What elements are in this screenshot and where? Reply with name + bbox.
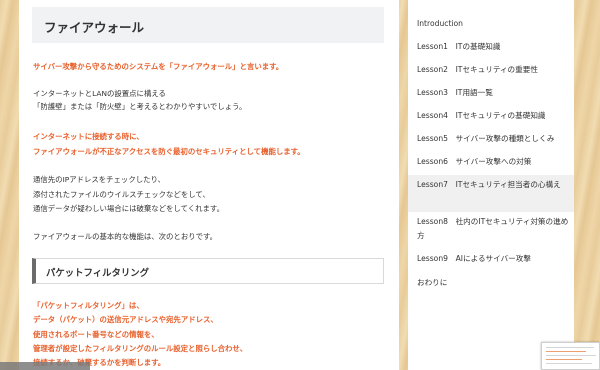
emphasis-line: 使用されるポート番号などの情報を、 <box>33 330 159 339</box>
status-strip <box>0 362 90 370</box>
sidebar-item-lesson8[interactable]: Lesson8 社内のITセキュリティ対策の進め方 <box>408 215 574 243</box>
sidebar-item-lesson2[interactable]: Lesson2 ITセキュリティの重要性 <box>408 63 574 77</box>
sidebar-item-lesson4[interactable]: Lesson4 ITセキュリティの基礎知識 <box>408 109 574 123</box>
sidebar-item-closing[interactable]: おわりに <box>408 276 574 290</box>
thumbnail-line <box>546 359 582 360</box>
article-title: ファイアウォール <box>32 7 384 43</box>
paragraph-line: 「防護壁」または「防火壁」と考えるとわかりやすいでしょう。 <box>33 102 247 111</box>
emphasis-line: ファイアウォールが不正なアクセスを防ぐ最初のセキュリティとして機能します。 <box>33 147 305 156</box>
thumbnail-line <box>546 351 586 352</box>
emphasis-line: 管理者が設定したフィルタリングのルール設定と照らし合わせ、 <box>33 344 248 353</box>
emphasis-line: 「パケットフィルタリング」は、 <box>33 301 144 310</box>
thumbnail-line <box>546 347 594 348</box>
thumbnail-line <box>546 355 596 356</box>
article-content: ファイアウォール サイバー攻撃から守るためのシステムを「ファイアウォール」と言い… <box>19 0 399 370</box>
page-preview-thumbnail[interactable] <box>541 342 600 370</box>
sidebar-item-lesson9[interactable]: Lesson9 AIによるサイバー攻撃 <box>408 252 574 266</box>
emphasis-line: インターネットに接続する時に、 <box>33 132 144 141</box>
sidebar-item-lesson7[interactable]: Lesson7 ITセキュリティ担当者の心構え <box>408 175 574 212</box>
emphasis-line: データ（パケット）の送信元アドレスや宛先アドレス、 <box>33 315 218 324</box>
sidebar-item-lesson6[interactable]: Lesson6 サイバー攻撃への対策 <box>408 155 574 169</box>
sidebar-item-introduction[interactable]: Introduction <box>408 17 574 31</box>
paragraph-line: ファイアウォールの基本的な機能は、次のとおりです。 <box>33 232 218 241</box>
sidebar-item-lesson1[interactable]: Lesson1 ITの基礎知識 <box>408 40 574 54</box>
paragraph-line: インターネットとLANの設置点に構える <box>33 89 166 98</box>
paragraph-line: 添付されたファイルのウイルスチェックなどをして、 <box>33 190 210 199</box>
paragraph-line: 通信データが疑わしい場合には破棄などをしてくれます。 <box>33 204 224 213</box>
paragraph-line: 通信先のIPアドレスをチェックしたり、 <box>33 175 165 184</box>
intro-emphasis: サイバー攻撃から守るためのシステムを「ファイアウォール」と言います。 <box>33 62 284 71</box>
sidebar-toc: Introduction Lesson1 ITの基礎知識 Lesson2 ITセ… <box>408 0 574 370</box>
sidebar-item-lesson3[interactable]: Lesson3 IT用語一覧 <box>408 86 574 100</box>
thumbnail-line <box>546 363 592 364</box>
section-heading: パケットフィルタリング <box>32 258 384 284</box>
sidebar-item-lesson5[interactable]: Lesson5 サイバー攻撃の種類としくみ <box>408 132 574 146</box>
